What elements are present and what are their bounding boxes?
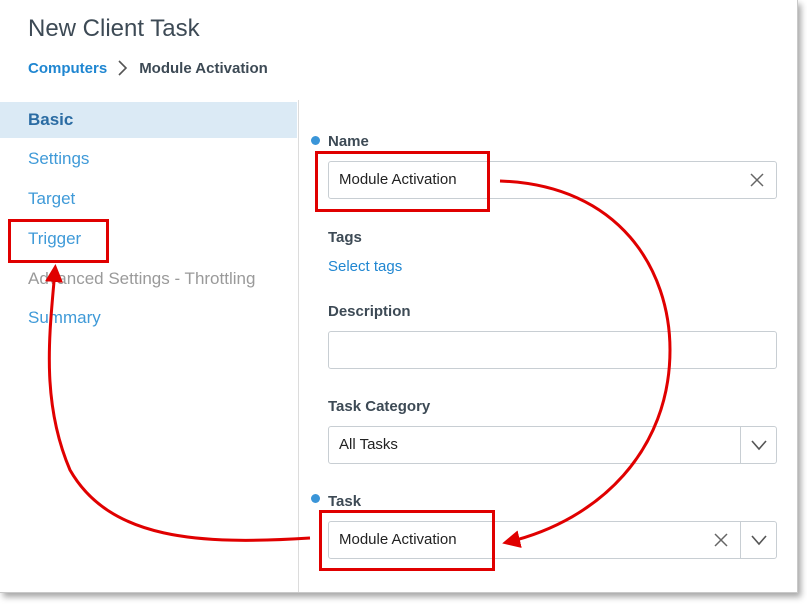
task-category-select[interactable]: All Tasks <box>328 426 777 464</box>
sidebar-item-advanced-settings[interactable]: Advanced Settings - Throttling <box>0 261 297 297</box>
sidebar-item-target[interactable]: Target <box>0 181 297 217</box>
task-label: Task <box>328 493 362 510</box>
breadcrumb-current: Module Activation <box>139 59 268 77</box>
required-indicator <box>311 494 320 503</box>
dialog-window: New Client Task Computers Module Activat… <box>0 0 798 593</box>
task-category-label: Task Category <box>328 398 431 415</box>
tags-label: Tags <box>328 229 362 246</box>
chevron-down-icon <box>751 535 767 546</box>
annotation-highlight-name <box>315 151 490 212</box>
close-icon[interactable] <box>712 531 730 549</box>
annotation-highlight-task <box>319 510 495 571</box>
required-indicator <box>311 136 320 145</box>
chevron-right-icon <box>118 60 128 76</box>
close-icon[interactable] <box>748 171 766 189</box>
sidebar-item-settings[interactable]: Settings <box>0 141 297 177</box>
select-tags-link[interactable]: Select tags <box>328 258 402 275</box>
annotation-highlight-trigger <box>8 219 109 263</box>
breadcrumb-link-computers[interactable]: Computers <box>28 60 107 77</box>
description-input[interactable] <box>328 331 777 369</box>
task-category-value: All Tasks <box>339 436 398 453</box>
sidebar-item-summary[interactable]: Summary <box>0 300 297 336</box>
name-label: Name <box>328 133 369 150</box>
chevron-down-icon <box>751 440 767 451</box>
task-dropdown-button[interactable] <box>740 522 776 558</box>
description-label: Description <box>328 303 411 320</box>
sidebar: Basic Settings Target Trigger Advanced S… <box>0 100 299 592</box>
page-title: New Client Task <box>28 15 200 42</box>
breadcrumb: Computers Module Activation <box>28 59 268 77</box>
task-category-dropdown-button[interactable] <box>740 427 776 463</box>
sidebar-item-basic[interactable]: Basic <box>0 102 297 138</box>
